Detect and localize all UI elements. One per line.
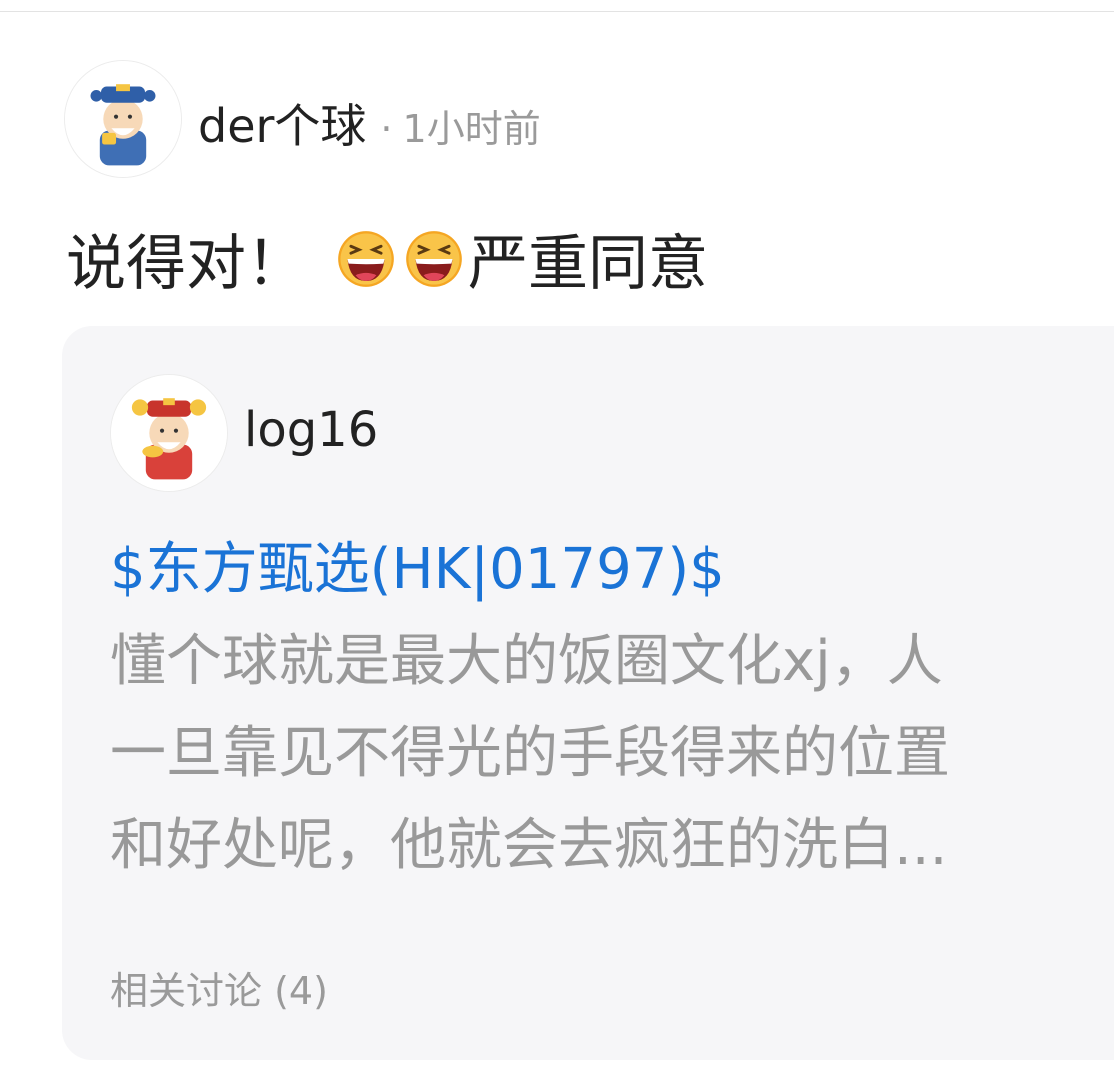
fortune-god-blue-icon (65, 61, 181, 177)
quoted-author-avatar[interactable] (110, 374, 228, 492)
quoted-body: 懂个球就是最大的饭圈文化xj，人 一旦靠见不得光的手段得来的位置 和好处呢，他就… (110, 616, 1114, 892)
post-text-before: 说得对！ (66, 229, 306, 299)
related-discussions-link[interactable]: 相关讨论 (4) (110, 960, 328, 1015)
quoted-author-name[interactable]: log16 (244, 402, 378, 458)
author-avatar[interactable] (64, 60, 182, 178)
stock-tag-link[interactable]: $东方甄选(HK|01797)$ (110, 524, 725, 605)
post-time: 1小时前 (402, 107, 541, 151)
quoted-body-line: 懂个球就是最大的饭圈文化xj，人 (110, 629, 943, 694)
post-text-after: 严重同意 (468, 229, 708, 299)
quoted-body-line: 一旦靠见不得光的手段得来的位置 (110, 721, 950, 786)
quoted-post-card[interactable]: log16 $东方甄选(HK|01797)$ 懂个球就是最大的饭圈文化xj，人 … (62, 326, 1114, 1060)
post-text: 说得对！ 严重同意 (66, 215, 708, 302)
laughing-face-icon (337, 230, 395, 288)
author-name[interactable]: der个球 (198, 90, 366, 156)
laughing-face-icon (405, 230, 463, 288)
time-separator: · (380, 107, 393, 151)
author-line: der个球 · 1小时前 (198, 90, 541, 156)
quoted-body-line: 和好处呢，他就会去疯狂的洗白... (110, 813, 948, 878)
fortune-god-red-icon (111, 375, 227, 491)
top-divider (0, 11, 1114, 12)
